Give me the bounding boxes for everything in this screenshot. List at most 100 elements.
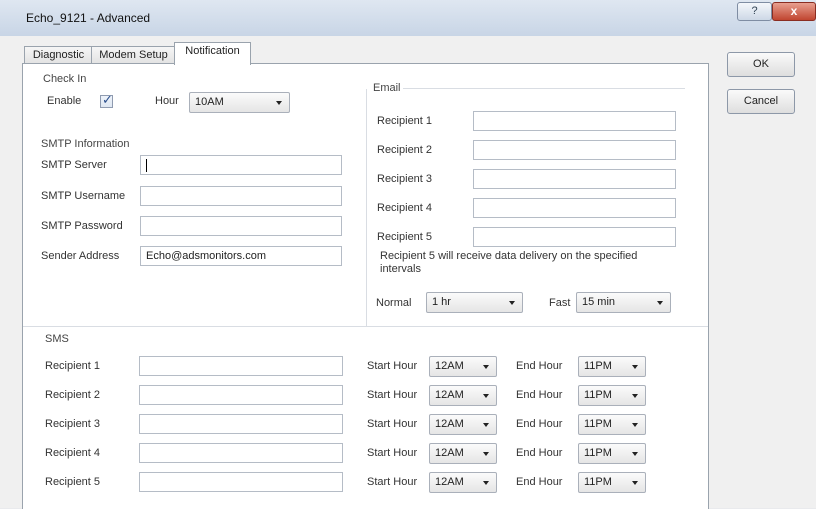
email-recipient-4-input[interactable] — [473, 198, 676, 218]
enable-checkbox[interactable]: ✓ — [100, 92, 113, 108]
sms-1-end-hour-select[interactable]: 11PM — [578, 356, 646, 377]
start-hour-label: Start Hour — [367, 476, 418, 488]
chevron-down-icon — [632, 394, 638, 398]
end-hour-label: End Hour — [516, 447, 563, 459]
start-hour-label: Start Hour — [367, 360, 418, 372]
dialog-client: Diagnostic Modem Setup Notification Chec… — [0, 36, 816, 509]
start-hour-label: Start Hour — [367, 418, 418, 430]
sms-3-end-hour-value: 11PM — [584, 418, 612, 430]
fast-interval-value: 15 min — [582, 296, 616, 308]
chevron-down-icon — [657, 301, 663, 305]
notification-panel: Check In Enable ✓ Hour 10AM SMTP Informa… — [22, 63, 709, 509]
end-hour-label: End Hour — [516, 476, 563, 488]
sms-5-start-hour-value: 12AM — [435, 476, 464, 488]
sms-1-start-hour-select[interactable]: 12AM — [429, 356, 497, 377]
sms-recipient-1-label: Recipient 1 — [45, 360, 101, 372]
smtp-server-label: SMTP Server — [41, 159, 107, 171]
sms-4-end-hour-select[interactable]: 11PM — [578, 443, 646, 464]
end-hour-label: End Hour — [516, 418, 563, 430]
sms-3-start-hour-select[interactable]: 12AM — [429, 414, 497, 435]
hour-select[interactable]: 10AM — [189, 92, 290, 113]
sms-3-end-hour-select[interactable]: 11PM — [578, 414, 646, 435]
sms-recipient-2-label: Recipient 2 — [45, 389, 101, 401]
end-hour-label: End Hour — [516, 389, 563, 401]
chevron-down-icon — [483, 423, 489, 427]
hour-select-value: 10AM — [195, 96, 224, 108]
sms-recipient-4-label: Recipient 4 — [45, 447, 101, 459]
sms-2-start-hour-select[interactable]: 12AM — [429, 385, 497, 406]
tab-diagnostic[interactable]: Diagnostic — [24, 46, 93, 64]
sms-recipient-1-input[interactable] — [139, 356, 343, 376]
chevron-down-icon — [483, 481, 489, 485]
normal-interval-value: 1 hr — [432, 296, 451, 308]
sms-5-start-hour-select[interactable]: 12AM — [429, 472, 497, 493]
normal-interval-label: Normal — [376, 297, 412, 309]
sms-2-end-hour-select[interactable]: 11PM — [578, 385, 646, 406]
sms-4-start-hour-value: 12AM — [435, 447, 464, 459]
sms-2-end-hour-value: 11PM — [584, 389, 612, 401]
smtp-heading: SMTP Information — [41, 138, 130, 150]
hour-label: Hour — [155, 95, 179, 107]
recipient-5-note: Recipient 5 will receive data delivery o… — [380, 250, 638, 275]
tab-notification[interactable]: Notification — [174, 42, 251, 65]
tab-modem-setup[interactable]: Modem Setup — [91, 46, 176, 64]
chevron-down-icon — [632, 365, 638, 369]
fast-interval-label: Fast — [549, 297, 571, 309]
chevron-down-icon — [632, 452, 638, 456]
check-mark-icon: ✓ — [102, 92, 113, 107]
email-recipient-3-label: Recipient 3 — [377, 173, 433, 185]
chevron-down-icon — [632, 481, 638, 485]
smtp-username-input[interactable] — [140, 186, 342, 206]
sms-recipient-2-input[interactable] — [139, 385, 343, 405]
sms-4-start-hour-select[interactable]: 12AM — [429, 443, 497, 464]
chevron-down-icon — [483, 365, 489, 369]
sms-heading: SMS — [45, 333, 69, 345]
sms-1-start-hour-value: 12AM — [435, 360, 464, 372]
email-recipient-5-label: Recipient 5 — [377, 231, 433, 243]
sms-recipient-4-input[interactable] — [139, 443, 343, 463]
start-hour-label: Start Hour — [367, 447, 418, 459]
email-group-divider — [403, 88, 685, 89]
sender-address-input[interactable]: Echo@adsmonitors.com — [140, 246, 342, 266]
sms-recipient-5-input[interactable] — [139, 472, 343, 492]
chevron-down-icon — [276, 101, 282, 105]
sms-5-end-hour-select[interactable]: 11PM — [578, 472, 646, 493]
sender-address-label: Sender Address — [41, 250, 120, 262]
sms-3-start-hour-value: 12AM — [435, 418, 464, 430]
cancel-button[interactable]: Cancel — [727, 89, 795, 114]
sms-4-end-hour-value: 11PM — [584, 447, 612, 459]
sms-divider — [23, 326, 708, 327]
normal-interval-select[interactable]: 1 hr — [426, 292, 523, 313]
chevron-down-icon — [632, 423, 638, 427]
help-button[interactable]: ? — [737, 2, 772, 21]
close-button[interactable]: x — [772, 2, 816, 21]
title-bar: Echo_9121 - Advanced ? x — [0, 0, 816, 36]
sms-2-start-hour-value: 12AM — [435, 389, 464, 401]
email-recipient-2-label: Recipient 2 — [377, 144, 433, 156]
sms-5-end-hour-value: 11PM — [584, 476, 612, 488]
email-recipient-2-input[interactable] — [473, 140, 676, 160]
sms-recipient-3-label: Recipient 3 — [45, 418, 101, 430]
fast-interval-select[interactable]: 15 min — [576, 292, 671, 313]
email-group-border — [366, 89, 367, 327]
ok-button[interactable]: OK — [727, 52, 795, 77]
smtp-password-label: SMTP Password — [41, 220, 123, 232]
sms-recipient-3-input[interactable] — [139, 414, 343, 434]
check-in-heading: Check In — [43, 73, 87, 85]
smtp-username-label: SMTP Username — [41, 190, 126, 202]
email-recipient-1-label: Recipient 1 — [377, 115, 433, 127]
sms-recipient-5-label: Recipient 5 — [45, 476, 101, 488]
sms-1-end-hour-value: 11PM — [584, 360, 612, 372]
start-hour-label: Start Hour — [367, 389, 418, 401]
chevron-down-icon — [509, 301, 515, 305]
smtp-server-input[interactable] — [140, 155, 342, 175]
email-recipient-5-input[interactable] — [473, 227, 676, 247]
window-title: Echo_9121 - Advanced — [26, 11, 151, 25]
text-cursor — [146, 159, 147, 172]
enable-label: Enable — [47, 95, 82, 107]
email-recipient-3-input[interactable] — [473, 169, 676, 189]
chevron-down-icon — [483, 394, 489, 398]
email-recipient-4-label: Recipient 4 — [377, 202, 433, 214]
smtp-password-input[interactable] — [140, 216, 342, 236]
email-recipient-1-input[interactable] — [473, 111, 676, 131]
